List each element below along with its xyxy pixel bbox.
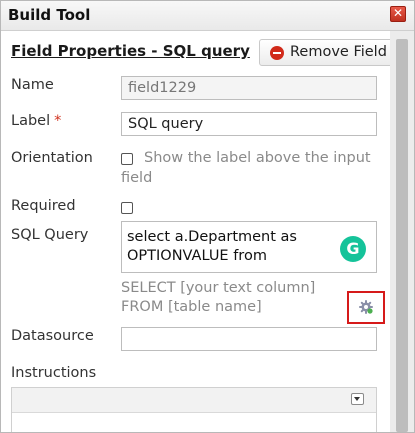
query-builder-button[interactable] (347, 291, 385, 324)
sql-query-line2: OPTIONVALUE from (127, 248, 267, 264)
required-checkbox[interactable] (121, 202, 133, 214)
orientation-hint-line1: Show the label above the input (144, 150, 371, 166)
build-tool-dialog: Build Tool ✕ Field Properties - SQL quer… (0, 0, 415, 433)
sql-query-hint: SELECT [your text column] FROM [table na… (121, 279, 315, 317)
datasource-field[interactable] (121, 327, 377, 351)
datasource-label: Datasource (11, 328, 94, 344)
editor-toolbar (12, 388, 376, 413)
orientation-label: Orientation (11, 150, 93, 166)
sql-query-label: SQL Query (11, 227, 89, 243)
sql-hint-line2: FROM [table name] (121, 299, 262, 315)
instructions-label: Instructions (11, 365, 97, 381)
title-bar[interactable]: Build Tool ✕ (1, 1, 414, 31)
grammarly-icon[interactable]: G (340, 236, 366, 262)
label-label: Label * (11, 113, 61, 129)
sql-query-input[interactable]: select a.Department as OPTIONVALUE from (121, 221, 377, 273)
dialog-title: Build Tool (8, 6, 91, 24)
sql-hint-line1: SELECT [your text column] (121, 280, 316, 296)
label-field[interactable]: SQL query (121, 112, 377, 136)
sql-query-line1: select a.Department as (127, 229, 297, 245)
properties-panel: Field Properties - SQL query Remove Fiel… (1, 31, 390, 432)
remove-field-button[interactable]: Remove Field (259, 39, 390, 66)
remove-icon (270, 46, 284, 60)
remove-field-label: Remove Field (290, 44, 387, 60)
required-label: Required (11, 198, 76, 214)
required-star: * (54, 113, 62, 129)
close-button[interactable]: ✕ (390, 6, 406, 22)
orientation-checkbox[interactable] (121, 153, 133, 165)
gear-icon (359, 300, 373, 314)
close-icon: ✕ (392, 6, 404, 20)
label-label-text: Label (11, 113, 51, 129)
panel-heading[interactable]: Field Properties - SQL query (11, 42, 250, 60)
name-field[interactable]: field1229 (121, 76, 377, 100)
orientation-hint-line2: field (121, 170, 153, 186)
instructions-editor[interactable] (11, 387, 377, 432)
scrollbar-track[interactable] (390, 31, 414, 432)
toolbar-dropdown-button[interactable] (351, 393, 364, 405)
scrollbar-thumb[interactable] (396, 39, 408, 432)
name-label: Name (11, 77, 54, 93)
